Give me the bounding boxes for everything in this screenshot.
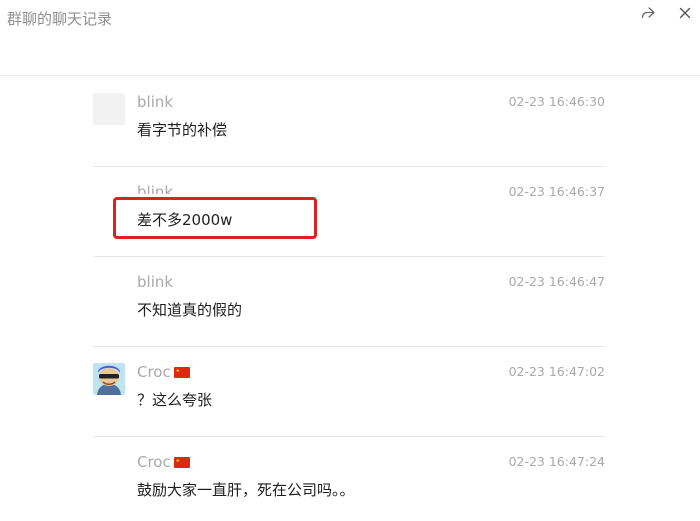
sender-label: blink bbox=[137, 183, 174, 194]
forward-icon[interactable] bbox=[640, 5, 656, 21]
sender-name: blink bbox=[137, 273, 173, 291]
sender-name: Croc bbox=[137, 363, 190, 381]
avatar[interactable] bbox=[93, 363, 125, 395]
message-text: 鼓励大家一直肝，死在公司吗。。 bbox=[137, 481, 355, 499]
sender-name: blink bbox=[137, 93, 173, 111]
message-item: Croc 02-23 16:47:02 ？这么夸张 bbox=[93, 347, 605, 437]
window-title: 群聊的聊天记录 bbox=[7, 10, 113, 28]
message-item: blink 02-23 16:46:37 差不多2000w bbox=[93, 167, 605, 257]
sender-label: Croc bbox=[137, 363, 171, 381]
message-list[interactable]: blink 02-23 16:46:30 看字节的补偿 blink 02-23 … bbox=[0, 77, 700, 521]
cartoon-avatar-icon bbox=[93, 363, 125, 395]
title-bar: 群聊的聊天记录 bbox=[0, 0, 700, 76]
avatar[interactable] bbox=[93, 93, 125, 125]
message-text: 看字节的补偿 bbox=[137, 121, 228, 139]
message-item: blink 02-23 16:46:47 不知道真的假的 bbox=[93, 257, 605, 347]
sender-label: blink bbox=[137, 93, 174, 111]
message-text: 不知道真的假的 bbox=[137, 301, 243, 319]
message-text: 差不多2000w bbox=[137, 211, 233, 229]
close-icon[interactable] bbox=[677, 5, 693, 21]
sender-name: blink bbox=[137, 183, 173, 194]
message-text: ？这么夸张 bbox=[137, 391, 213, 409]
message-item: blink 02-23 16:46:30 看字节的补偿 bbox=[93, 77, 605, 167]
message-time: 02-23 16:46:37 bbox=[508, 184, 605, 199]
message-time: 02-23 16:47:24 bbox=[508, 454, 605, 469]
sender-label: Croc bbox=[137, 453, 171, 471]
message-item: Croc 02-23 16:47:24 鼓励大家一直肝，死在公司吗。。 bbox=[93, 437, 605, 521]
message-time: 02-23 16:47:02 bbox=[508, 364, 605, 379]
china-flag-icon bbox=[173, 456, 190, 468]
china-flag-icon bbox=[173, 366, 190, 378]
message-time: 02-23 16:46:30 bbox=[508, 94, 605, 109]
chat-history-window: 群聊的聊天记录 blink 02-23 16:46:30 看字节的补偿 blin… bbox=[0, 0, 700, 521]
sender-label: blink bbox=[137, 273, 174, 291]
sender-name: Croc bbox=[137, 453, 190, 471]
message-time: 02-23 16:46:47 bbox=[508, 274, 605, 289]
